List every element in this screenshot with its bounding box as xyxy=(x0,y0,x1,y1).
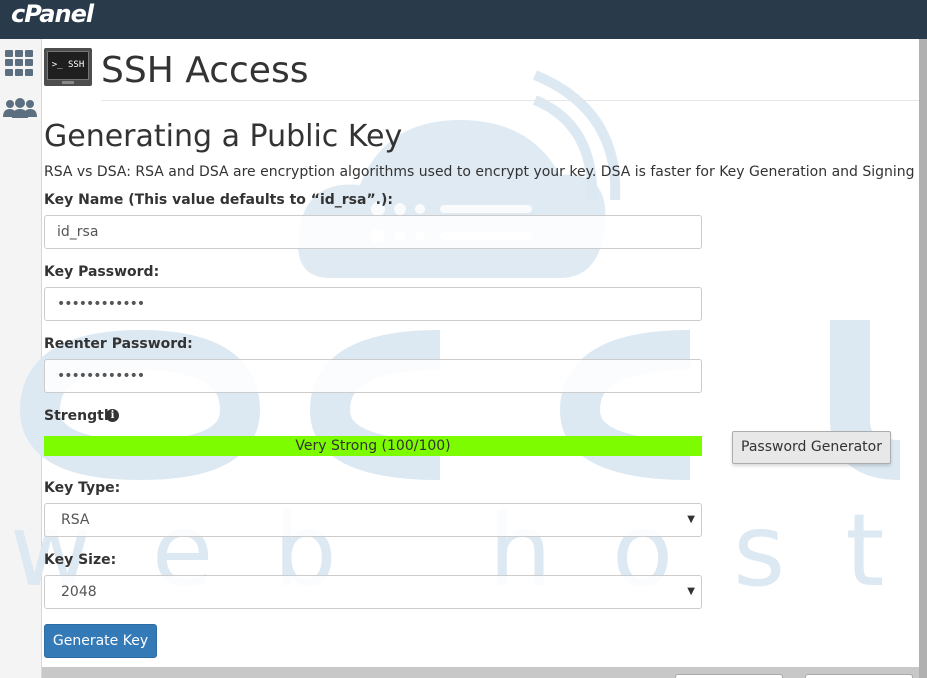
reenter-password-label: Reenter Password: xyxy=(44,336,193,352)
ssh-terminal-icon: >_ SSH xyxy=(44,48,92,86)
key-type-value: RSA xyxy=(61,512,90,528)
ssh-badge-text: >_ SSH xyxy=(47,51,89,80)
page-title: SSH Access xyxy=(101,50,309,91)
info-icon[interactable]: i xyxy=(106,409,119,422)
section-title: Generating a Public Key xyxy=(44,119,403,154)
key-size-label: Key Size: xyxy=(44,552,117,568)
users-icon[interactable] xyxy=(2,97,38,121)
grid-icon[interactable] xyxy=(5,50,34,76)
footer-button-right[interactable] xyxy=(805,674,913,678)
key-name-label: Key Name (This value defaults to “id_rsa… xyxy=(44,192,393,208)
scrollbar[interactable] xyxy=(919,39,927,678)
header-divider xyxy=(101,100,919,101)
password-generator-button[interactable]: Password Generator xyxy=(732,431,891,464)
key-type-label: Key Type: xyxy=(44,480,121,496)
key-password-input[interactable]: •••••••••••• xyxy=(44,287,702,321)
footer-strip xyxy=(42,667,919,678)
sidebar xyxy=(0,39,42,678)
key-size-select[interactable]: 2048 ▼ xyxy=(44,575,702,609)
key-password-label: Key Password: xyxy=(44,264,160,280)
footer-button-left[interactable] xyxy=(675,674,783,678)
strength-meter: Very Strong (100/100) xyxy=(44,436,702,456)
chevron-down-icon: ▼ xyxy=(687,514,695,525)
key-size-value: 2048 xyxy=(61,584,97,600)
rsa-dsa-description: RSA vs DSA: RSA and DSA are encryption a… xyxy=(44,164,919,180)
generate-key-button[interactable]: Generate Key xyxy=(44,624,157,658)
key-name-input[interactable]: id_rsa xyxy=(44,215,702,249)
top-bar: cPanel xyxy=(0,0,927,39)
ssh-icon-stand xyxy=(62,81,74,84)
chevron-down-icon: ▼ xyxy=(687,586,695,597)
key-type-select[interactable]: RSA ▼ xyxy=(44,503,702,537)
strength-text: Very Strong (100/100) xyxy=(295,438,451,454)
cpanel-logo[interactable]: cPanel xyxy=(11,0,94,28)
strength-label: Strength xyxy=(44,408,114,424)
reenter-password-input[interactable]: •••••••••••• xyxy=(44,359,702,393)
